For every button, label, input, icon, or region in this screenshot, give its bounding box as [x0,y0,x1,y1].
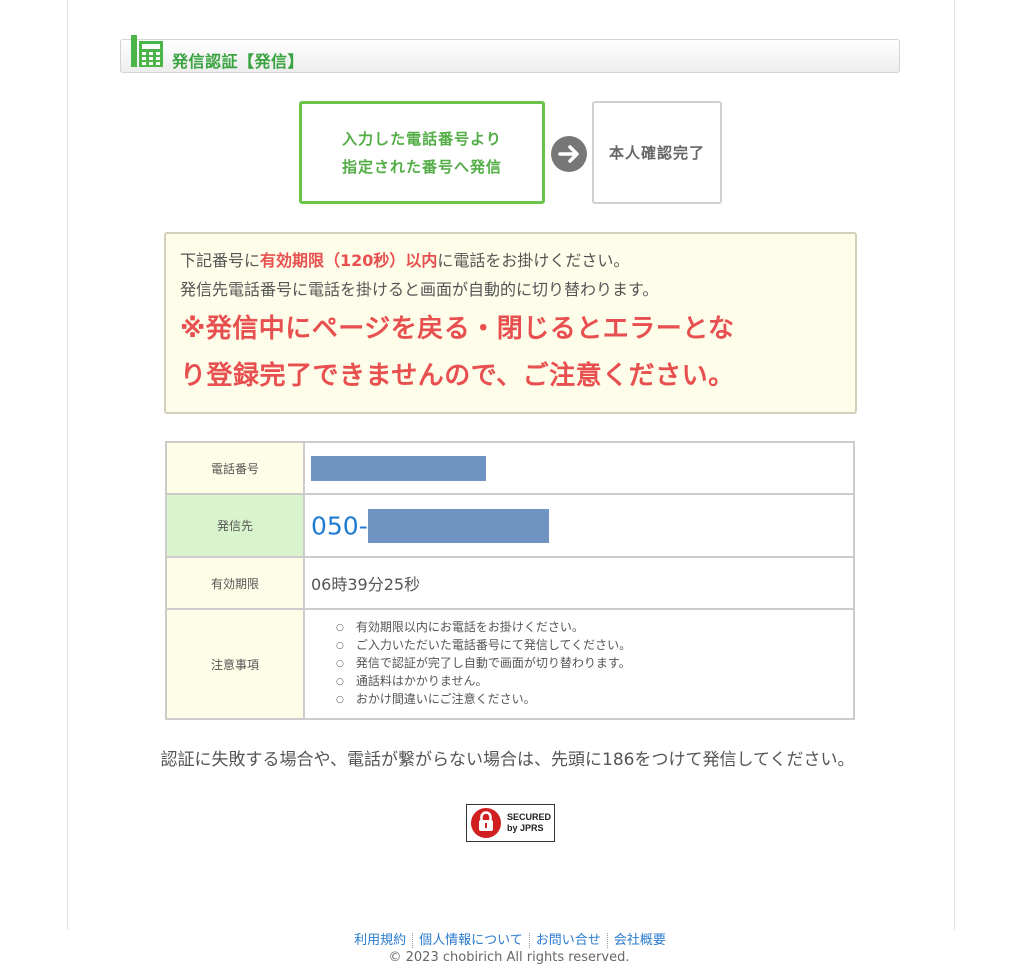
warning-line-2: り登録完了できませんので、ご注意ください。 [180,361,735,391]
footer-link-company[interactable]: 会社概要 [608,933,672,948]
call-info-table: 電話番号 発信先 050- 有効期限 06時39分25秒 注意事項 有効期限以内… [165,441,855,720]
footer-link-terms[interactable]: 利用規約 [348,933,414,948]
exp-label: 有効期限 [165,556,305,610]
notes-list: 有効期限以内にお電話をお掛けください。 ご入力いただいた電話番号にて発信してくだ… [306,619,852,709]
seal-line-1: SECURED [507,812,552,822]
warning-line-1: ※発信中にページを戻る・閉じるとエラーとな [180,314,735,344]
table-row: 有効期限 06時39分25秒 [165,556,855,610]
warning-text: ※発信中にページを戻る・閉じるとエラーとな り登録完了できませんので、ご注意くだ… [180,306,841,400]
list-item: 通話料はかかりません。 [336,673,852,691]
exp-value-cell: 06時39分25秒 [303,556,855,610]
tel-label: 電話番号 [165,441,305,495]
table-row: 注意事項 有効期限以内にお電話をお掛けください。 ご入力いただいた電話番号にて発… [165,608,855,720]
expiry-countdown: 06時39分25秒 [311,575,421,594]
notice-box: 下記番号に有効期限（120秒）以内に電話をお掛けください。 発信先電話番号に電話… [164,232,857,414]
table-row: 電話番号 [165,441,855,495]
list-item: 有効期限以内にお電話をお掛けください。 [336,619,852,637]
fallback-instructions: 認証に失敗する場合や、電話が繋がらない場合は、先頭に186をつけて発信してくださ… [160,750,855,770]
dst-value[interactable]: 050- [303,493,855,558]
step1-line2: 指定された番号へ発信 [341,157,502,176]
copyright: © 2023 chobirich All rights reserved. [388,950,630,965]
masked-destination-number [367,508,549,543]
arrow-right-icon [551,136,587,172]
masked-phone-number [311,455,486,481]
dst-label: 発信先 [165,493,305,558]
step-verify-complete: 本人確認完了 [592,101,722,204]
phone-keypad-icon [131,35,163,67]
tel-value [303,441,855,495]
notice-line-1: 下記番号に有効期限（120秒）以内に電話をお掛けください。 [180,246,841,275]
list-item: 発信で認証が完了し自動で画面が切り替わります。 [336,655,852,673]
list-item: おかけ間違いにご注意ください。 [336,691,852,709]
dst-prefix: 050- [311,511,368,540]
jprs-security-seal[interactable]: SECURED by JPRS [466,804,555,842]
padlock-icon [471,808,501,838]
seal-line-2: by JPRS [507,823,544,833]
notice-line-2: 発信先電話番号に電話を掛けると画面が自動的に切り替わります。 [180,280,659,299]
step1-line1: 入力した電話番号より [342,129,502,148]
expiry-highlight: 有効期限（120秒）以内 [260,251,438,270]
step-current-call: 入力した電話番号より 指定された番号へ発信 [299,101,545,204]
seal-text: SECURED by JPRS [507,812,551,834]
footer-link-privacy[interactable]: 個人情報について [413,933,530,948]
notice-line1-post: に電話をお掛けください。 [437,251,630,270]
table-row: 発信先 050- [165,493,855,558]
footer-links: 利用規約 個人情報について お問い合せ 会社概要 [0,929,1020,948]
step2-label: 本人確認完了 [608,143,705,162]
section-title-bar: 発信認証【発信】 [120,35,900,73]
notes-label: 注意事項 [165,608,305,720]
list-item: ご入力いただいた電話番号にて発信してください。 [336,637,852,655]
notice-line1-pre: 下記番号に [180,251,261,270]
notes-cell: 有効期限以内にお電話をお掛けください。 ご入力いただいた電話番号にて発信してくだ… [303,608,855,720]
footer-link-contact[interactable]: お問い合せ [529,933,608,948]
page-title: 発信認証【発信】 [172,52,305,71]
